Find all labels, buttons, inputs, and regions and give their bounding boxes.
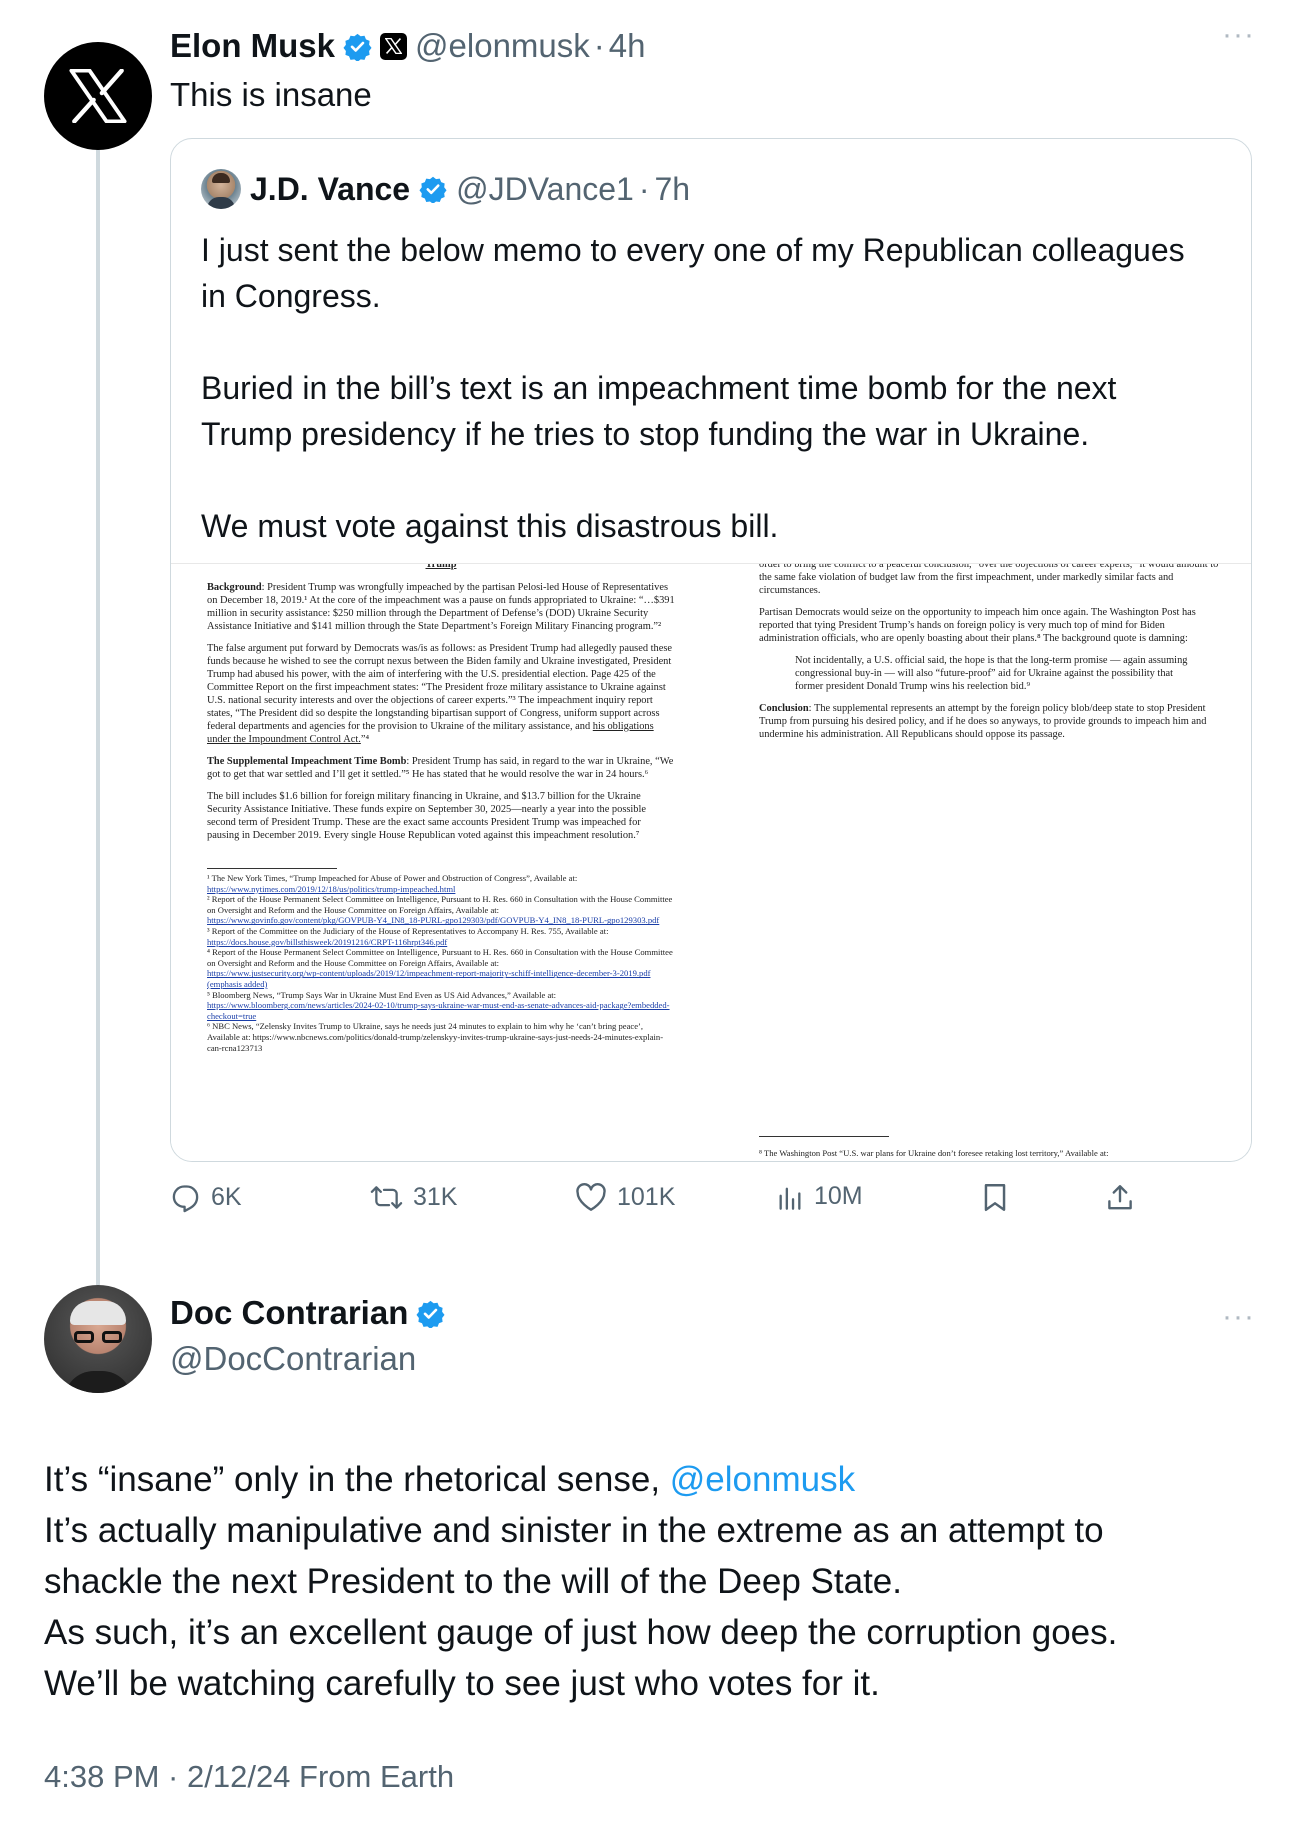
post-time[interactable]: 4h xyxy=(609,27,646,65)
reply-timestamp[interactable]: 4:38 PM · 2/12/24 From Earth xyxy=(44,1759,454,1795)
memo-footnotes: ¹ The New York Times, “Trump Impeached f… xyxy=(207,873,673,1053)
affiliate-x-badge-icon xyxy=(380,32,408,60)
quote-paragraph: Buried in the bill’s text is an impeachm… xyxy=(201,370,1117,452)
post-header: Elon Musk @elonmusk · 4h xyxy=(170,26,645,66)
bookmark-button[interactable] xyxy=(982,1182,1008,1213)
like-count: 101K xyxy=(617,1182,676,1211)
view-count: 10M xyxy=(814,1182,863,1210)
quote-text: I just sent the below memo to every one … xyxy=(201,227,1201,549)
mention-link[interactable]: @elonmusk xyxy=(670,1460,855,1499)
quote-paragraph: We must vote against this disastrous bil… xyxy=(201,508,779,544)
quote-author-handle[interactable]: @JDVance1 xyxy=(456,171,634,208)
share-icon xyxy=(1108,1185,1132,1210)
verified-badge-icon xyxy=(343,33,372,61)
memo-page-left: Trump Background: President Trump was wr… xyxy=(207,563,675,1053)
memo-paragraph: The Supplemental Impeachment Time Bomb: … xyxy=(207,756,674,780)
memo-blockquote: Not incidentally, a U.S. official said, … xyxy=(795,655,1188,692)
more-options-icon[interactable]: ··· xyxy=(1222,1300,1255,1334)
quote-time[interactable]: 7h xyxy=(655,171,691,208)
memo-paragraph: Background: President Trump was wrongful… xyxy=(207,582,675,632)
thread-line xyxy=(96,143,100,1285)
reply-icon xyxy=(172,1185,199,1213)
share-button[interactable] xyxy=(1105,1182,1135,1213)
quote-header: J.D. Vance @JDVance1 · 7h xyxy=(201,169,690,209)
author-handle[interactable]: @elonmusk xyxy=(415,27,590,65)
memo-paragraph: The bill includes $1.6 billion for forei… xyxy=(207,791,646,841)
memo-footnote: ⁸ The Washington Post “U.S. war plans fo… xyxy=(759,1148,1109,1158)
reply-text: It’s “insane” only in the rhetorical sen… xyxy=(44,1460,1118,1703)
repost-count: 31K xyxy=(413,1183,458,1211)
views-chart-icon xyxy=(779,1187,801,1210)
like-button[interactable]: 101K xyxy=(575,1182,675,1212)
x-logo-icon xyxy=(69,69,127,123)
views-button[interactable]: 10M xyxy=(776,1182,863,1211)
memo-page-right: order to bring the conflict to a peacefu… xyxy=(759,563,1225,1158)
memo-footnote-rule xyxy=(207,868,337,869)
verified-badge-icon xyxy=(416,1300,445,1328)
reply-author-handle[interactable]: @DocContrarian xyxy=(170,1340,416,1378)
quote-author-name[interactable]: J.D. Vance xyxy=(250,171,410,208)
bookmark-icon xyxy=(984,1184,1006,1211)
quote-paragraph: I just sent the below memo to every one … xyxy=(201,232,1185,314)
avatar[interactable] xyxy=(44,1285,152,1393)
memo-paragraph: Partisan Democrats would seize on the op… xyxy=(759,607,1196,644)
reply-header: Doc Contrarian xyxy=(170,1294,445,1332)
verified-badge-icon xyxy=(419,176,447,203)
memo-cut-text: Trump xyxy=(425,563,457,570)
separator-dot: · xyxy=(638,170,650,207)
heart-icon xyxy=(576,1183,606,1211)
separator-dot: · xyxy=(593,27,605,64)
author-name[interactable]: Elon Musk xyxy=(170,27,335,65)
memo-paragraph: Conclusion: The supplemental represents … xyxy=(759,703,1207,740)
repost-icon xyxy=(370,1186,403,1209)
avatar[interactable] xyxy=(44,42,152,150)
memo-cut-text: order to bring the conflict to a peacefu… xyxy=(759,563,1219,596)
post-text: This is insane xyxy=(170,76,372,113)
repost-button[interactable]: 31K xyxy=(370,1182,457,1213)
memo-paragraph: The false argument put forward by Democr… xyxy=(207,643,672,745)
memo-footnote-rule xyxy=(759,1136,889,1137)
memo-image[interactable]: Trump Background: President Trump was wr… xyxy=(171,563,1251,1161)
reply-count: 6K xyxy=(211,1183,242,1211)
avatar[interactable] xyxy=(201,169,241,209)
more-options-icon[interactable]: ··· xyxy=(1222,18,1255,52)
reply-button[interactable]: 6K xyxy=(170,1182,242,1213)
reply-author-name[interactable]: Doc Contrarian xyxy=(170,1294,408,1332)
quoted-post-card[interactable]: J.D. Vance @JDVance1 · 7h I just sent th… xyxy=(170,138,1252,1162)
